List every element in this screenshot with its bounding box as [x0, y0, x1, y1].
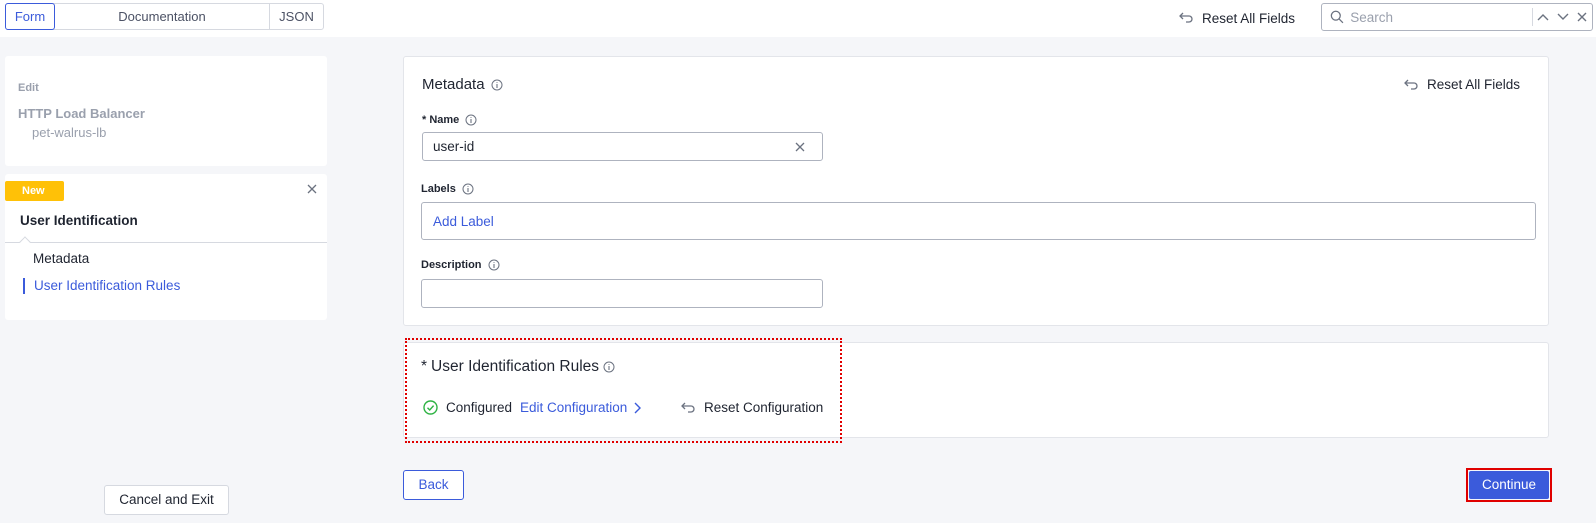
edit-heading: Edit [18, 82, 39, 94]
required-marker: * [422, 114, 427, 126]
close-icon[interactable] [1572, 6, 1592, 28]
metadata-section-title: Metadata [422, 76, 503, 93]
search-icon [1330, 10, 1344, 24]
metadata-reset-label: Reset All Fields [1427, 77, 1521, 92]
info-icon[interactable] [465, 114, 477, 126]
rules-section-title: * User Identification Rules [421, 358, 615, 376]
labels-label: Labels [421, 183, 456, 195]
rules-highlight-box [405, 338, 842, 443]
reset-all-fields-label: Reset All Fields [1202, 10, 1296, 26]
reset-all-fields-button[interactable]: Reset All Fields [1178, 8, 1295, 28]
search-input[interactable] [1350, 9, 1521, 25]
object-name: pet-walrus-lb [32, 125, 107, 140]
edit-summary-panel: Edit HTTP Load Balancer pet-walrus-lb [5, 56, 327, 166]
description-field[interactable] [421, 279, 823, 308]
new-badge: New [5, 181, 64, 201]
reset-configuration-button[interactable]: Reset Configuration [680, 400, 823, 415]
description-field-label: Description [421, 259, 500, 271]
reset-icon [681, 402, 695, 413]
reset-configuration-label: Reset Configuration [704, 400, 824, 415]
tab-form[interactable]: Form [5, 3, 55, 30]
add-label-link[interactable]: Add Label [433, 214, 494, 229]
close-icon[interactable] [305, 182, 319, 196]
name-field-label: * Name [422, 114, 477, 126]
sidebar-item-metadata[interactable]: Metadata [33, 251, 89, 266]
edit-configuration-link[interactable]: Edit Configuration [520, 400, 642, 415]
clear-icon[interactable] [795, 142, 805, 152]
view-tabs: Form Documentation JSON [5, 3, 324, 30]
info-icon[interactable] [462, 183, 474, 195]
cancel-and-exit-button[interactable]: Cancel and Exit [104, 485, 229, 515]
edit-configuration-label: Edit Configuration [520, 400, 628, 415]
configured-status: Configured [423, 400, 512, 415]
rules-title: User Identification Rules [431, 358, 600, 375]
configured-label: Configured [446, 400, 513, 415]
labels-field[interactable]: Add Label [421, 202, 1536, 240]
reset-icon [1404, 79, 1418, 90]
reset-icon [1179, 12, 1193, 23]
name-field[interactable] [422, 132, 823, 161]
new-object-panel: New User Identification Metadata User Id… [5, 174, 327, 320]
active-indicator [23, 278, 25, 294]
tab-documentation[interactable]: Documentation [55, 4, 270, 29]
info-icon[interactable] [491, 79, 503, 91]
metadata-card: Metadata Reset All Fields * Name Labels … [403, 56, 1549, 326]
sidebar-item-user-identification-rules[interactable]: User Identification Rules [34, 278, 180, 293]
tab-json[interactable]: JSON [270, 4, 323, 29]
required-marker: * [421, 358, 428, 375]
check-circle-icon [423, 400, 438, 415]
description-label: Description [421, 259, 482, 271]
chevron-down-icon[interactable] [1553, 6, 1573, 28]
name-label: Name [429, 114, 460, 126]
metadata-title: Metadata [422, 76, 485, 93]
info-icon[interactable] [488, 259, 500, 271]
labels-field-label: Labels [421, 183, 474, 195]
description-input[interactable] [432, 286, 812, 301]
active-notch [19, 236, 31, 248]
metadata-reset-all-fields-button[interactable]: Reset All Fields [1403, 77, 1520, 92]
chevron-up-icon[interactable] [1533, 6, 1553, 28]
new-object-title: User Identification [20, 213, 138, 228]
name-input[interactable] [433, 139, 773, 154]
continue-button[interactable]: Continue [1469, 471, 1549, 499]
search-field[interactable] [1321, 3, 1593, 31]
info-icon[interactable] [603, 361, 615, 373]
continue-highlight-box: Continue [1466, 468, 1552, 502]
object-type: HTTP Load Balancer [18, 106, 145, 121]
chevron-right-icon [634, 402, 642, 413]
back-button[interactable]: Back [403, 470, 464, 500]
panel-divider [5, 242, 327, 243]
